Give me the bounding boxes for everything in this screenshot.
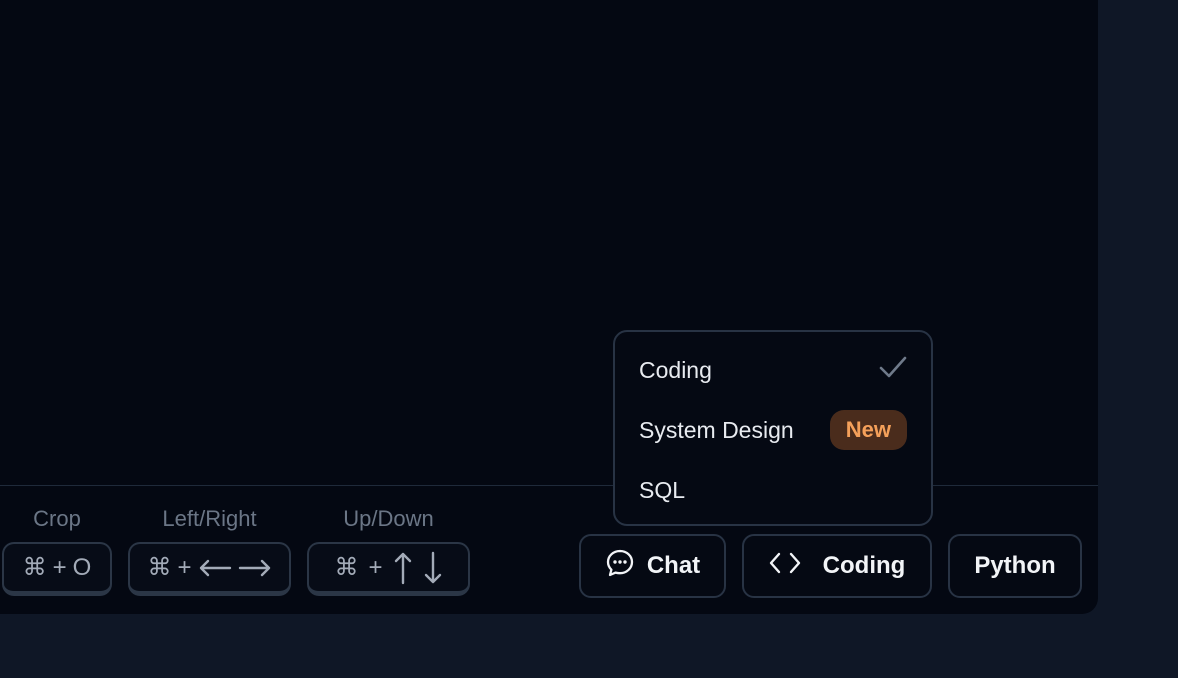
- command-key: ⌘: [147, 554, 172, 581]
- command-key: ⌘: [334, 554, 359, 581]
- shortcut-up-down: Up/Down ⌘ +: [307, 504, 470, 596]
- mode-select-label: Coding: [822, 552, 906, 579]
- dropdown-item-label: SQL: [639, 476, 686, 503]
- left-arrow-icon: [198, 558, 232, 578]
- shortcut-crop: Crop ⌘ + O: [2, 504, 112, 596]
- shortcut-keycap: ⌘ +: [307, 542, 470, 596]
- shortcut-label: Left/Right: [162, 506, 257, 531]
- command-key: ⌘: [22, 554, 47, 581]
- shortcut-left-right: Left/Right ⌘ +: [128, 504, 291, 596]
- footer-divider: [0, 485, 1098, 486]
- main-panel: Crop ⌘ + O Left/Right ⌘ + Up/Down ⌘ + Ch…: [0, 0, 1098, 614]
- shortcut-label: Crop: [33, 506, 81, 531]
- shortcut-keycap: ⌘ + O: [2, 542, 112, 596]
- dropdown-item-coding[interactable]: Coding: [639, 348, 907, 392]
- chat-button-label: Chat: [646, 552, 701, 579]
- mode-select-button[interactable]: Coding: [742, 534, 932, 598]
- language-select-button[interactable]: Python: [948, 534, 1082, 598]
- language-select-label: Python: [974, 552, 1056, 579]
- dropdown-item-label: Coding: [639, 356, 712, 383]
- plus-sign: +: [52, 553, 67, 581]
- dropdown-item-sql[interactable]: SQL: [639, 468, 907, 512]
- up-arrow-icon: [393, 551, 413, 585]
- chat-button[interactable]: Chat: [579, 534, 726, 598]
- dropdown-item-label: System Design: [639, 416, 794, 443]
- mode-dropdown-menu: Coding System Design New SQL: [613, 330, 933, 526]
- checkmark-icon: [879, 356, 907, 384]
- code-brackets-icon: [769, 551, 801, 582]
- o-key: O: [72, 553, 92, 581]
- plus-sign: +: [177, 553, 192, 581]
- shortcut-label: Up/Down: [343, 506, 434, 531]
- chat-bubble-icon: [605, 548, 635, 585]
- new-badge: New: [829, 410, 907, 450]
- shortcut-keycap: ⌘ +: [128, 542, 291, 596]
- down-arrow-icon: [423, 551, 443, 585]
- right-arrow-icon: [238, 558, 272, 578]
- plus-sign: +: [368, 553, 383, 581]
- dropdown-item-system-design[interactable]: System Design New: [639, 408, 907, 452]
